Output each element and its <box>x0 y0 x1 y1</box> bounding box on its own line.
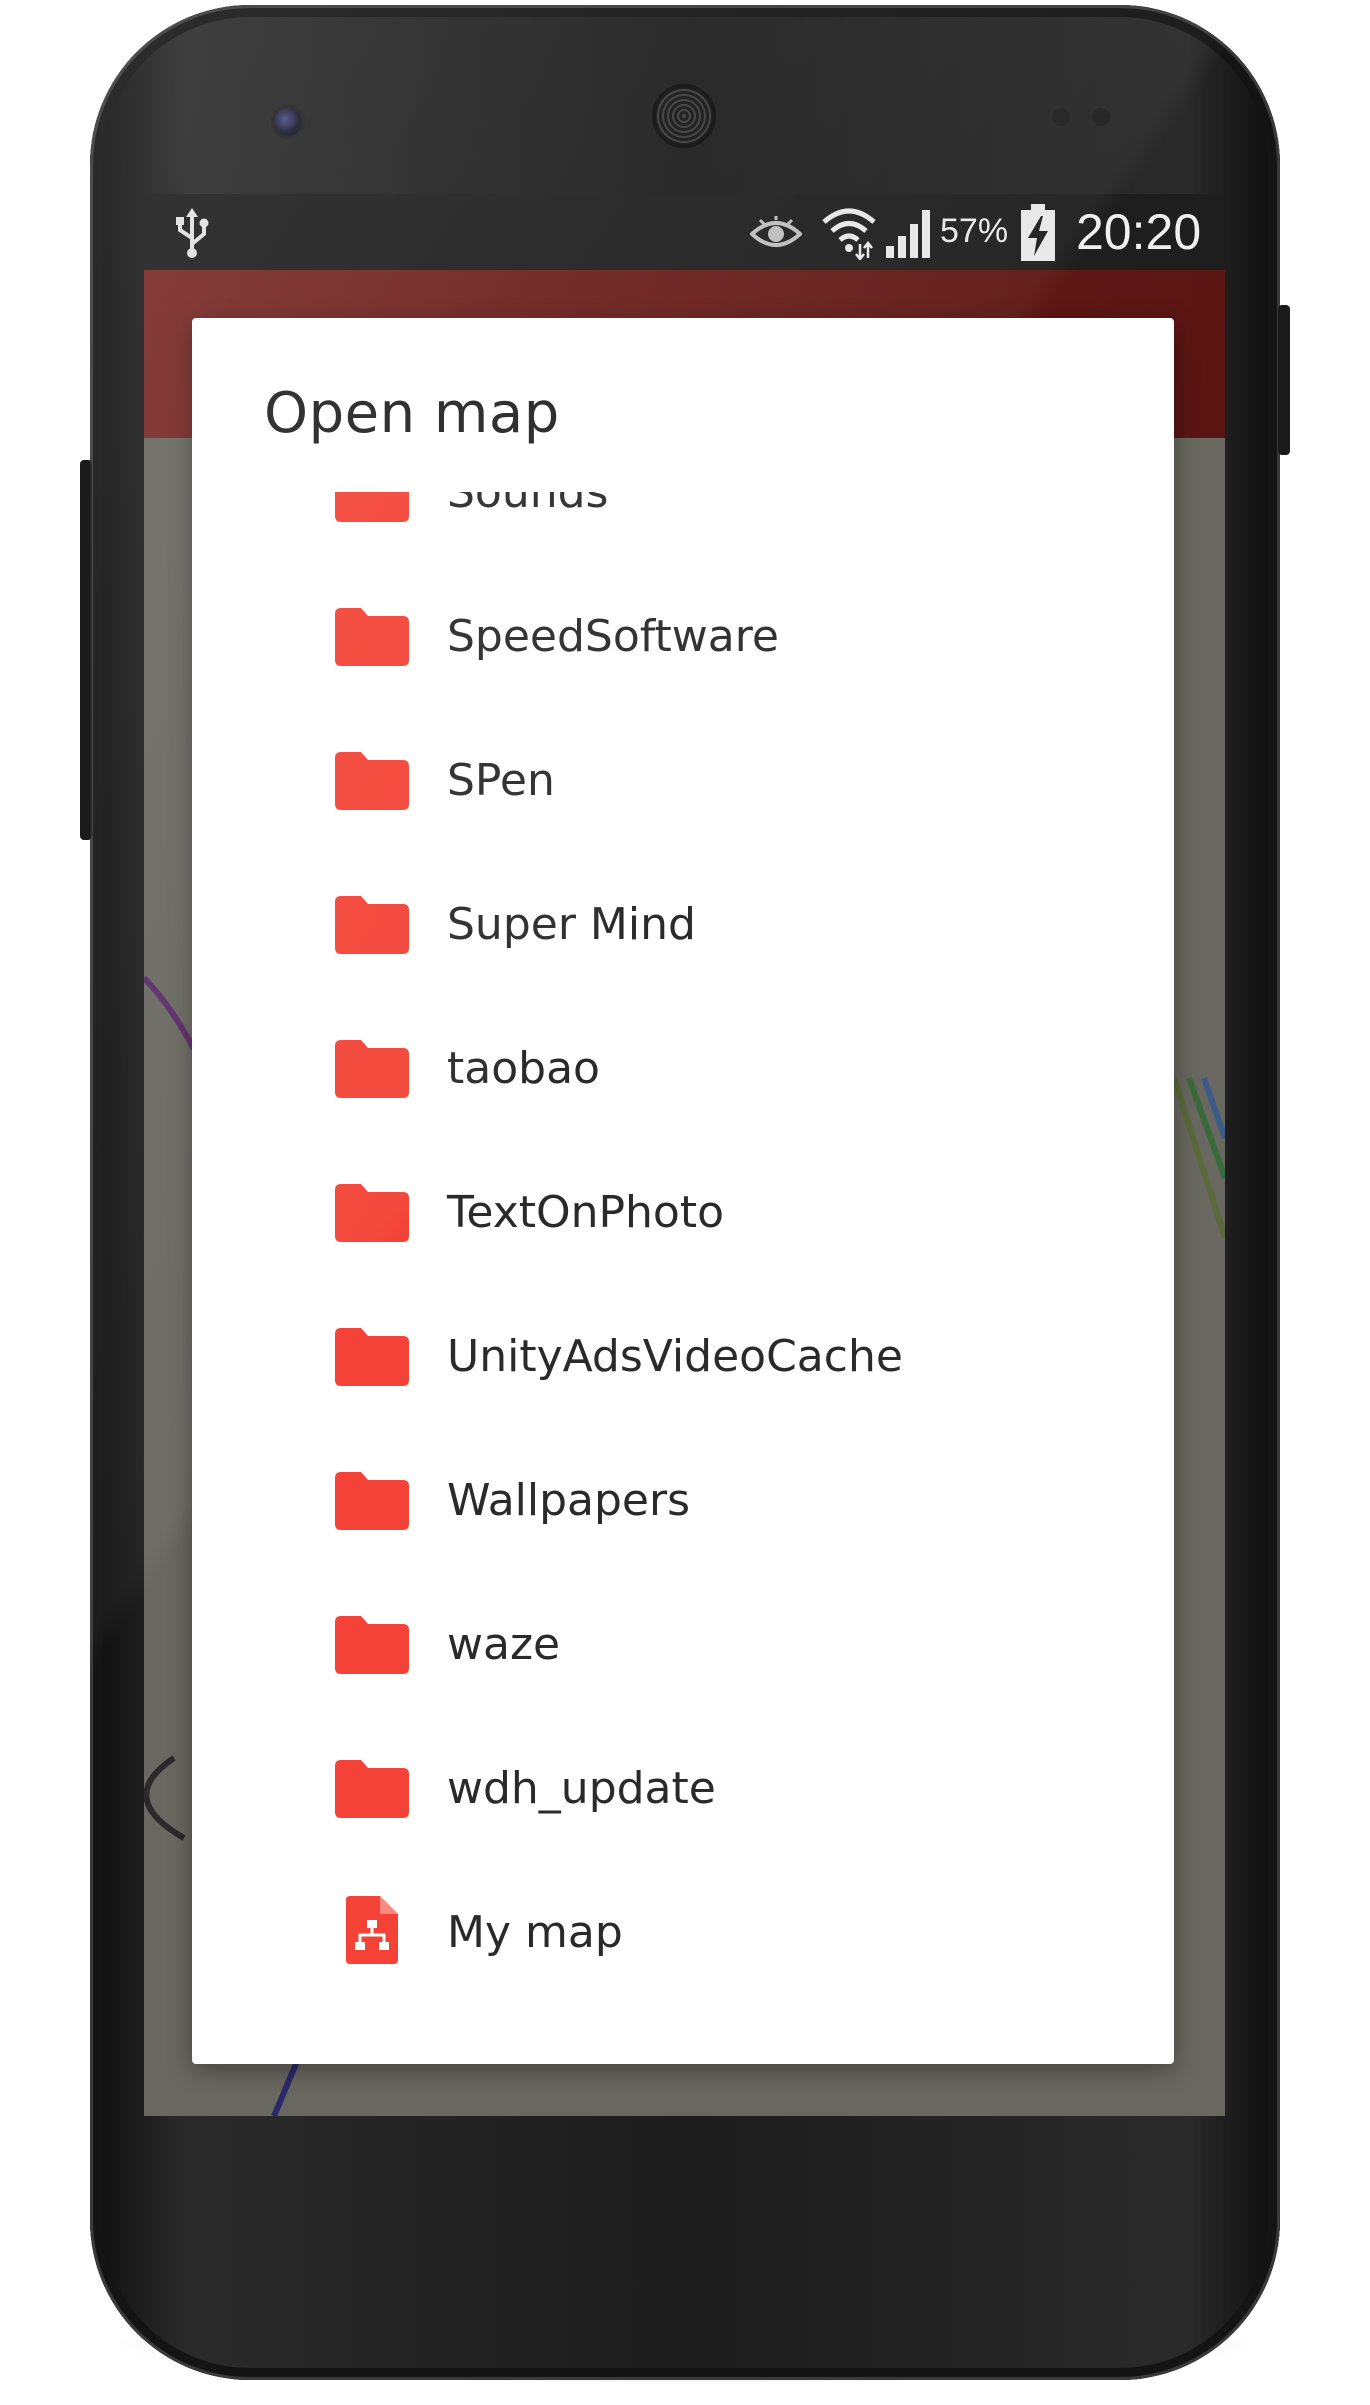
list-item[interactable]: SPen <box>192 708 1174 852</box>
list-item[interactable]: Sounds <box>192 492 1174 564</box>
list-item-label: My map <box>447 1907 623 1958</box>
list-item-label: TextOnPhoto <box>447 1187 725 1238</box>
list-item-label: Sounds <box>447 492 609 518</box>
folder-icon <box>335 1472 409 1530</box>
folder-icon <box>335 752 409 810</box>
volume-button <box>80 460 92 840</box>
list-item[interactable]: UnityAdsVideoCache <box>192 1284 1174 1428</box>
list-item-label: SPen <box>447 755 555 806</box>
list-item-label: SpeedSoftware <box>447 611 779 662</box>
folder-icon <box>335 896 409 954</box>
folder-icon <box>335 1616 409 1674</box>
list-item[interactable]: TextOnPhoto <box>192 1140 1174 1284</box>
clock: 20:20 <box>1076 204 1202 260</box>
earpiece-speaker <box>656 88 712 144</box>
mindmap-file-icon <box>346 1896 398 1964</box>
signal-icon <box>886 210 930 258</box>
list-item-label: Super Mind <box>447 899 696 950</box>
folder-icon <box>335 608 409 666</box>
power-button <box>1278 305 1290 455</box>
list-item[interactable]: Super Mind <box>192 852 1174 996</box>
list-item-label: taobao <box>447 1043 600 1094</box>
eye-icon <box>750 216 802 247</box>
list-item[interactable]: SpeedSoftware <box>192 564 1174 708</box>
wifi-icon <box>822 208 876 260</box>
dialog-title: Open map <box>264 381 560 446</box>
folder-icon <box>335 492 409 522</box>
list-item[interactable]: wdh_update <box>192 1716 1174 1860</box>
list-item[interactable]: taobao <box>192 996 1174 1140</box>
light-sensor <box>1092 108 1110 126</box>
battery-charging-icon <box>1021 204 1055 261</box>
file-list[interactable]: Sounds SpeedSoftware SPen Super Mind tao… <box>192 492 1174 2064</box>
list-item-label: wdh_update <box>447 1763 716 1814</box>
list-item-label: Wallpapers <box>447 1475 691 1526</box>
folder-icon <box>335 1760 409 1818</box>
usb-icon <box>176 208 209 258</box>
list-item[interactable]: My map <box>192 1860 1174 2004</box>
folder-icon <box>335 1184 409 1242</box>
front-camera <box>274 108 302 136</box>
list-item[interactable]: Wallpapers <box>192 1428 1174 1572</box>
list-item-label: waze <box>447 1619 561 1670</box>
list-item[interactable]: waze <box>192 1572 1174 1716</box>
status-bar: 57% 20:20 <box>144 194 1225 270</box>
folder-icon <box>335 1328 409 1386</box>
proximity-sensor <box>1052 108 1070 126</box>
open-map-dialog: Open map Sounds SpeedSoftware SPen Super… <box>192 318 1174 2064</box>
phone-screen: 57% 20:20 Open map Sounds SpeedSoftware <box>144 194 1225 2116</box>
folder-icon <box>335 1040 409 1098</box>
battery-percent: 57% <box>940 212 1009 250</box>
list-item-label: UnityAdsVideoCache <box>447 1331 903 1382</box>
